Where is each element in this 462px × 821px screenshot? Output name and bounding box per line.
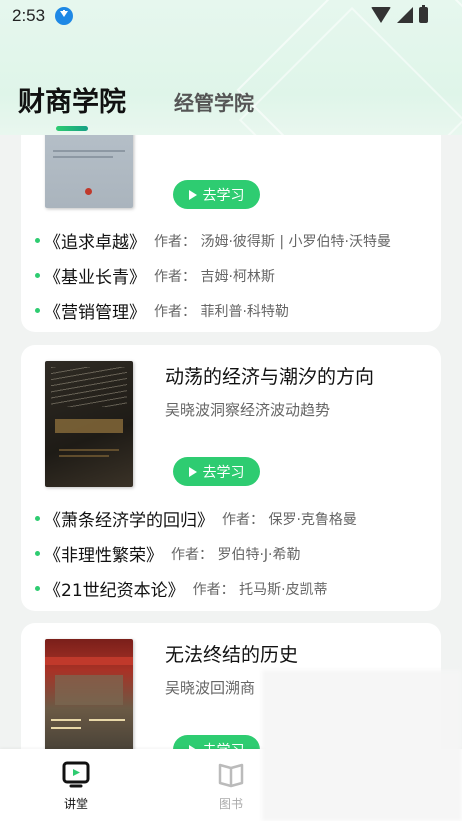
recommend-item[interactable]: 《21世纪资本论》 作者： 托马斯·皮凯蒂 [35, 576, 328, 601]
recommend-item[interactable]: 《萧条经济学的回归》 作者： 保罗·克鲁格曼 [35, 506, 357, 531]
play-icon [188, 189, 197, 200]
battery-icon [419, 5, 428, 23]
recommend-title: 《追求卓越》 [44, 233, 146, 253]
recommend-item[interactable]: 《非理性繁荣》 作者： 罗伯特·J·希勒 [35, 541, 300, 566]
study-button[interactable]: 去学习 [173, 457, 260, 486]
nav-label: 讲堂 [63, 797, 88, 811]
course-title: 动荡的经济与潮汐的方向 [165, 366, 375, 388]
study-button[interactable]: 去学习 [173, 180, 260, 209]
course-subtitle: 吴晓波洞察经济波动趋势 [165, 401, 331, 419]
download-icon [55, 7, 74, 25]
wifi-icon [371, 7, 391, 23]
category-tabs: 财商学院 经管学院 [18, 80, 254, 119]
recommend-author: 作者： 汤姆·彼得斯 | 小罗伯特·沃特曼 [154, 233, 391, 250]
bullet-icon [35, 238, 40, 243]
bullet-icon [35, 308, 40, 313]
bullet-icon [35, 551, 40, 556]
recommend-title: 《营销管理》 [44, 303, 146, 323]
bullet-icon [35, 586, 40, 591]
course-subtitle: 吴晓波回溯商 [165, 679, 256, 697]
study-button-label: 去学习 [202, 187, 245, 204]
nav-item-books[interactable]: 图书 [201, 759, 261, 812]
recommend-author: 作者： 菲利普·科特勒 [154, 303, 289, 320]
course-card[interactable]: 动荡的经济与潮汐的方向 吴晓波洞察经济波动趋势 去学习 《萧条经济学的回归》 作… [21, 345, 441, 611]
recommend-item[interactable]: 《追求卓越》 作者： 汤姆·彼得斯 | 小罗伯特·沃特曼 [35, 228, 391, 253]
recommend-title: 《萧条经济学的回归》 [44, 511, 214, 531]
study-button-label: 去学习 [202, 464, 245, 481]
recommend-author: 作者： 吉姆·柯林斯 [154, 268, 275, 285]
recommend-title: 《基业长青》 [44, 268, 146, 288]
signal-icon [397, 7, 413, 23]
recommend-author: 作者： 罗伯特·J·希勒 [171, 546, 301, 563]
bullet-icon [35, 273, 40, 278]
tv-icon [62, 761, 90, 788]
recommend-item[interactable]: 《营销管理》 作者： 菲利普·科特勒 [35, 298, 289, 323]
status-time: 2:53 [12, 6, 46, 25]
recommend-title: 《非理性繁荣》 [44, 546, 163, 566]
play-icon [188, 466, 197, 477]
tab-indicator [56, 126, 88, 131]
tab-jingguan[interactable]: 经管学院 [174, 87, 254, 119]
bullet-icon [35, 516, 40, 521]
recommend-author: 作者： 托马斯·皮凯蒂 [192, 581, 328, 598]
recommend-title: 《21世纪资本论》 [44, 581, 185, 601]
status-bar: 2:53 [0, 0, 462, 32]
book-cover [45, 361, 133, 487]
tab-caishang[interactable]: 财商学院 [18, 80, 126, 119]
book-cover [45, 639, 133, 765]
nav-label: 图书 [218, 797, 243, 811]
book-icon [218, 763, 244, 788]
course-title: 无法终结的历史 [165, 644, 299, 666]
recommend-item[interactable]: 《基业长青》 作者： 吉姆·柯林斯 [35, 263, 275, 288]
nav-item-lecture[interactable]: 讲堂 [46, 759, 106, 812]
blurred-region [262, 670, 462, 821]
header: 2:53 财商学院 经管学院 [0, 0, 462, 135]
recommend-author: 作者： 保罗·克鲁格曼 [222, 511, 357, 528]
